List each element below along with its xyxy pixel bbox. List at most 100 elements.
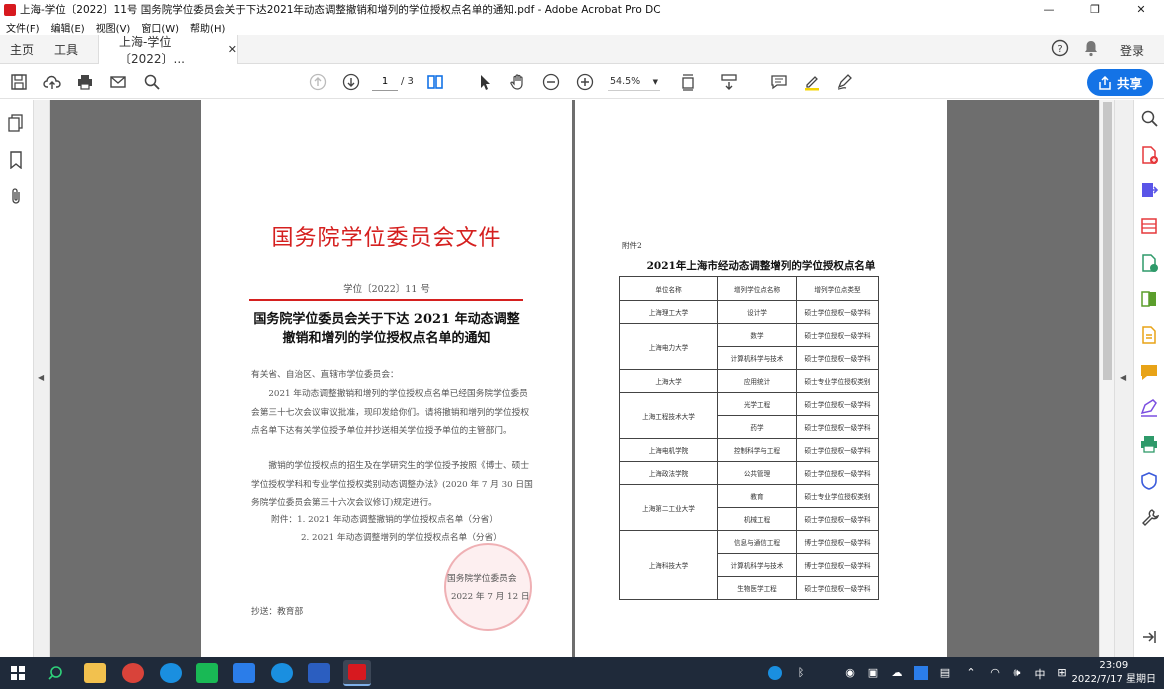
highlight-pen-icon[interactable] <box>801 71 823 93</box>
zoom-out-icon[interactable] <box>540 71 562 93</box>
previous-page-icon[interactable] <box>307 71 329 93</box>
comment-tool-icon[interactable] <box>1139 362 1161 384</box>
page-layout-icon[interactable] <box>424 71 446 93</box>
clock[interactable]: 23:09 2022/7/17 星期日 <box>1072 659 1156 687</box>
bluetooth-icon[interactable]: ᛒ <box>794 666 808 680</box>
collapse-right-pane-icon[interactable]: ◀ <box>1120 373 1126 382</box>
paragraph-2: 撤销的学位授权点的招生及在学研究生的学位授予按照《博士、硕士学位授权学科和专业学… <box>251 461 533 508</box>
search-icon[interactable] <box>141 71 163 93</box>
salutation: 有关省、自治区、直辖市学位委员会： <box>251 370 399 380</box>
app-icon[interactable] <box>122 663 144 683</box>
zoom-in-icon[interactable] <box>574 71 596 93</box>
fill-sign-icon[interactable] <box>1139 325 1161 347</box>
volume-icon[interactable]: 🕪 <box>1010 666 1024 680</box>
select-cursor-icon[interactable] <box>474 71 496 93</box>
search-icon[interactable] <box>47 665 63 684</box>
upload-cloud-icon[interactable] <box>41 71 63 93</box>
program-cell: 数学 <box>717 323 797 347</box>
file-explorer-icon[interactable] <box>84 663 106 683</box>
word-icon[interactable] <box>308 663 330 683</box>
authorization-table: 单位名称 增列学位点名称 增列学位点类型 上海理工大学 设计学 硕士学位授权一级… <box>619 276 879 600</box>
type-cell: 硕士学位授权一级学科 <box>796 415 879 439</box>
organize-pages-icon[interactable] <box>1139 216 1161 238</box>
ime-mode-icon[interactable]: ⊞ <box>1055 666 1069 680</box>
menu-file[interactable]: 文件(F) <box>6 20 40 35</box>
minimize-button[interactable]: — <box>1026 0 1072 19</box>
tray-app-icon[interactable] <box>768 666 782 680</box>
attachment-paperclip-icon[interactable] <box>9 187 23 208</box>
table-row: 上海科技大学 信息与通信工程 博士学位授权一级学科 <box>619 530 879 600</box>
find-text-icon[interactable] <box>1139 108 1161 130</box>
tab-document-label: 上海-学位〔2022〕... <box>119 34 185 66</box>
more-tools-icon[interactable] <box>1139 507 1161 529</box>
vertical-scrollbar[interactable] <box>1099 100 1114 657</box>
network-app-tray-icon[interactable]: ▣ <box>866 666 880 680</box>
page-thumbnails-icon[interactable] <box>8 114 24 135</box>
document-canvas[interactable]: 国务院学位委员会文件 学位〔2022〕11 号 国务院学位委员会关于下达 202… <box>50 100 1099 657</box>
fit-page-icon[interactable] <box>678 71 700 93</box>
tab-tools[interactable]: 工具 <box>54 35 78 64</box>
program-cell: 生物医学工程 <box>717 576 797 600</box>
maximize-button[interactable]: ❐ <box>1072 0 1118 19</box>
notification-bell-icon[interactable] <box>1083 39 1099 61</box>
hand-tool-icon[interactable] <box>507 71 529 93</box>
bookmark-icon[interactable] <box>9 151 23 172</box>
edit-pdf-icon[interactable] <box>1139 253 1161 275</box>
acrobat-taskbar-icon[interactable] <box>343 660 371 686</box>
comment-icon[interactable] <box>768 71 790 93</box>
ime-language-indicator[interactable]: 中 <box>1033 666 1047 681</box>
collapse-tools-pane-icon[interactable] <box>1139 627 1161 649</box>
pdf-page-2: 附件2 2021年上海市经动态调整增列的学位授权点名单 单位名称 增列学位点名称… <box>575 100 947 657</box>
export-pdf-icon[interactable] <box>1139 180 1161 202</box>
share-icon <box>1099 75 1111 90</box>
cloud-app-icon[interactable] <box>233 663 255 683</box>
red-divider <box>249 299 523 301</box>
show-hidden-icons-chevron-icon[interactable]: ⌃ <box>964 666 978 680</box>
attachment-title: 2021年上海市经动态调整增列的学位授权点名单 <box>646 260 876 272</box>
acrobat-app-icon <box>4 3 16 16</box>
scroll-mode-icon[interactable] <box>718 71 740 93</box>
combine-files-icon[interactable] <box>1139 289 1161 311</box>
tab-document[interactable]: 上海-学位〔2022〕... ✕ <box>98 34 238 66</box>
wifi-icon[interactable]: ◠ <box>988 666 1002 680</box>
clock-date: 2022/7/17 星期日 <box>1071 674 1156 685</box>
program-cell: 计算机科学与技术 <box>717 346 797 370</box>
save-icon[interactable] <box>8 71 30 93</box>
left-pane-collapse-strip[interactable]: ◀ <box>34 100 50 657</box>
sign-icon[interactable] <box>834 71 856 93</box>
unit-cell: 上海电机学院 <box>619 438 718 462</box>
page-number-input[interactable] <box>372 73 398 91</box>
print-production-icon[interactable] <box>1139 434 1161 456</box>
unit-cell: 上海科技大学 <box>619 530 718 600</box>
close-tab-icon[interactable]: ✕ <box>228 43 237 56</box>
device-tray-icon[interactable]: ▤ <box>938 666 952 680</box>
scrollbar-thumb[interactable] <box>1103 102 1112 380</box>
tab-home[interactable]: 主页 <box>10 35 34 64</box>
svg-text:?: ? <box>1057 44 1062 55</box>
zoom-level-select[interactable]: 54.5% ▼ <box>608 73 660 91</box>
close-window-button[interactable]: ✕ <box>1118 0 1164 19</box>
attachment-1: 附件：1. 2021 年动态调整撤销的学位授权点名单（分省） <box>271 515 499 525</box>
window-title: 上海-学位〔2022〕11号 国务院学位委员会关于下达2021年动态调整撤销和增… <box>20 4 661 16</box>
expand-left-pane-icon[interactable]: ◀ <box>38 373 44 382</box>
cloud-app-tray-icon[interactable] <box>914 666 928 680</box>
create-pdf-icon[interactable] <box>1139 145 1161 167</box>
send-for-signature-icon[interactable] <box>1139 398 1161 420</box>
share-button[interactable]: 共享 <box>1087 69 1153 96</box>
wechat-icon[interactable] <box>196 663 218 683</box>
edge-browser-icon[interactable] <box>271 663 293 683</box>
right-pane-collapse-strip[interactable]: ◀ <box>1114 100 1133 657</box>
type-cell: 博士学位授权一级学科 <box>796 530 879 554</box>
next-page-icon[interactable] <box>340 71 362 93</box>
program-cell: 公共管理 <box>717 461 797 485</box>
email-icon[interactable] <box>107 71 129 93</box>
menu-edit[interactable]: 编辑(E) <box>51 20 85 35</box>
browser-icon[interactable] <box>160 663 182 683</box>
print-icon[interactable] <box>74 71 96 93</box>
help-icon[interactable]: ? <box>1051 39 1069 61</box>
login-link[interactable]: 登录 <box>1120 42 1144 59</box>
security-tray-icon[interactable]: ◉ <box>843 666 857 680</box>
windows-start-icon[interactable] <box>11 666 25 683</box>
protect-shield-icon[interactable] <box>1139 471 1161 493</box>
cloud-tray-icon[interactable]: ☁ <box>890 666 904 680</box>
